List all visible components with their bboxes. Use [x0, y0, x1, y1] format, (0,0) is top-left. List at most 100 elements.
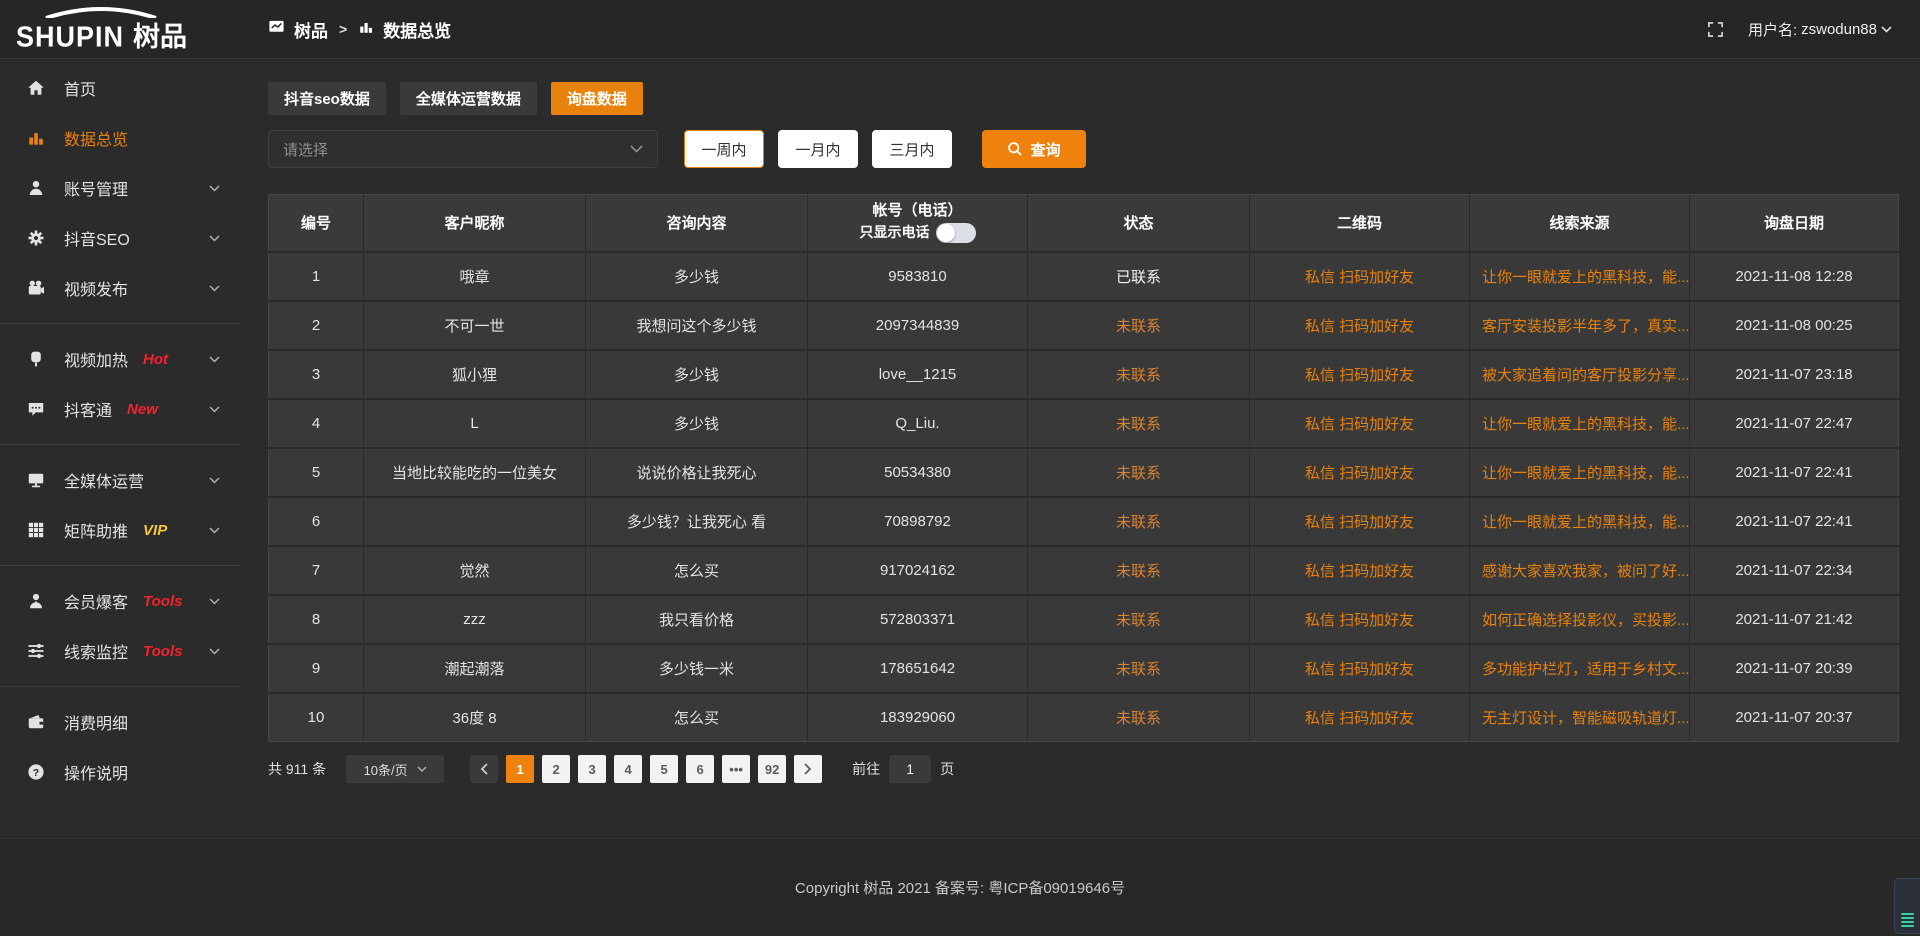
- period-button-3[interactable]: 三月内: [872, 130, 952, 168]
- cell-no: 5: [269, 448, 364, 497]
- page-button-2[interactable]: 2: [542, 755, 570, 783]
- sidebar-item-video-publish[interactable]: 视频发布: [0, 263, 240, 313]
- cell-qrcode-link[interactable]: 私信 扫码加好友: [1305, 367, 1414, 384]
- jump-input[interactable]: [889, 755, 931, 783]
- breadcrumb-home[interactable]: 树品: [294, 17, 328, 42]
- tab-douyin-seo-data[interactable]: 抖音seo数据: [268, 82, 386, 115]
- gear-icon: [27, 229, 45, 247]
- query-button[interactable]: 查询: [982, 130, 1086, 168]
- cell-date: 2021-11-07 22:34: [1690, 546, 1899, 595]
- question-icon: ?: [27, 763, 45, 781]
- page-button-1[interactable]: 1: [506, 755, 534, 783]
- sidebar-item-member-burst[interactable]: 会员爆客Tools: [0, 576, 240, 626]
- sidebar-item-operation-guide[interactable]: ?操作说明: [0, 747, 240, 797]
- page-button-92[interactable]: 92: [758, 755, 786, 783]
- cell-content: 怎么买: [586, 546, 808, 595]
- sidebar-item-label: 线索监控: [64, 639, 128, 663]
- tab-omni-media-data[interactable]: 全媒体运营数据: [400, 82, 537, 115]
- page-button-6[interactable]: 6: [686, 755, 714, 783]
- sidebar-item-account-management[interactable]: 账号管理: [0, 163, 240, 213]
- cell-source: 客厅安装投影半年多了，真实...: [1470, 301, 1690, 350]
- cell-no: 2: [269, 301, 364, 350]
- cell-nickname: 36度 8: [364, 693, 586, 742]
- page-button-3[interactable]: 3: [578, 755, 606, 783]
- sidebar-item-data-overview[interactable]: 数据总览: [0, 113, 240, 163]
- bar-chart-icon: [358, 19, 374, 40]
- cell-content: 我想问这个多少钱: [586, 301, 808, 350]
- sidebar-item-home[interactable]: 首页: [0, 63, 240, 113]
- cell-qrcode-link[interactable]: 私信 扫码加好友: [1305, 416, 1414, 433]
- sidebar-item-consume-detail[interactable]: 消费明细: [0, 697, 240, 747]
- cell-qrcode-link[interactable]: 私信 扫码加好友: [1305, 661, 1414, 678]
- cell-source-link[interactable]: 如何正确选择投影仪，买投影...: [1482, 612, 1690, 629]
- sidebar-divider: [0, 686, 240, 687]
- page-ellipsis-button[interactable]: •••: [722, 755, 750, 783]
- table-row: 9潮起潮落多少钱一米178651642未联系私信 扫码加好友多功能护栏灯，适用于…: [269, 644, 1899, 693]
- prev-page-button[interactable]: [470, 755, 498, 783]
- cell-source-link[interactable]: 无主灯设计，智能磁吸轨道灯...: [1482, 710, 1690, 727]
- user-menu[interactable]: 用户名: zswodun88: [1748, 19, 1892, 40]
- sidebar-item-label: 会员爆客: [64, 589, 128, 613]
- cell-qrcode-link[interactable]: 私信 扫码加好友: [1305, 563, 1414, 580]
- cell-source-link[interactable]: 客厅安装投影半年多了，真实...: [1482, 318, 1690, 335]
- filter-bar: 请选择 一周内一月内三月内 查询: [268, 130, 1898, 168]
- next-page-button[interactable]: [794, 755, 822, 783]
- cell-source-link[interactable]: 让你一眼就爱上的黑科技，能...: [1482, 465, 1690, 482]
- column-header-source: 线索来源: [1470, 195, 1690, 252]
- cell-source-link[interactable]: 感谢大家喜欢我家，被问了好...: [1482, 563, 1690, 580]
- cell-content: 我只看价格: [586, 595, 808, 644]
- tab-inquiry-data[interactable]: 询盘数据: [551, 82, 643, 115]
- main-content: 抖音seo数据全媒体运营数据询盘数据 请选择 一周内一月内三月内 查询: [240, 59, 1920, 838]
- cell-qrcode-link[interactable]: 私信 扫码加好友: [1305, 269, 1414, 286]
- cell-qrcode: 私信 扫码加好友: [1250, 399, 1470, 448]
- cell-status: 已联系: [1028, 252, 1250, 301]
- sidebar-item-douyin-seo[interactable]: 抖音SEO: [0, 213, 240, 263]
- cell-source-link[interactable]: 让你一眼就爱上的黑科技，能...: [1482, 514, 1690, 531]
- cell-account: 9583810: [808, 252, 1028, 301]
- cell-account: 70898792: [808, 497, 1028, 546]
- cell-content: 怎么买: [586, 693, 808, 742]
- cell-source: 让你一眼就爱上的黑科技，能...: [1470, 399, 1690, 448]
- cell-no: 6: [269, 497, 364, 546]
- cell-source-link[interactable]: 被大家追着问的客厅投影分享...: [1482, 367, 1690, 384]
- sidebar-item-lead-monitor[interactable]: 线索监控Tools: [0, 626, 240, 676]
- page-button-4[interactable]: 4: [614, 755, 642, 783]
- page-button-5[interactable]: 5: [650, 755, 678, 783]
- page-size-select[interactable]: 10条/页: [346, 755, 444, 783]
- cell-no: 10: [269, 693, 364, 742]
- cell-source-link[interactable]: 多功能护栏灯，适用于乡村文...: [1482, 661, 1690, 678]
- cell-qrcode-link[interactable]: 私信 扫码加好友: [1305, 318, 1414, 335]
- cell-status: 未联系: [1028, 595, 1250, 644]
- cell-account: 178651642: [808, 644, 1028, 693]
- sidebar-item-matrix-boost[interactable]: 矩阵助推VIP: [0, 505, 240, 555]
- app-window-icon: [268, 18, 285, 40]
- sidebar: 首页数据总览账号管理抖音SEO视频发布视频加热Hot抖客通New 全媒体运营矩阵助…: [0, 59, 240, 838]
- jump-label: 前往: [852, 759, 880, 779]
- sidebar-item-douketong[interactable]: 抖客通New: [0, 384, 240, 434]
- account-header-line1: 帐号（电话）: [872, 203, 962, 220]
- cell-account: 572803371: [808, 595, 1028, 644]
- phone-only-toggle[interactable]: [936, 223, 976, 243]
- brand-logo[interactable]: SHUPIN 树品: [0, 5, 240, 54]
- cell-account: Q_Liu.: [808, 399, 1028, 448]
- fullscreen-icon[interactable]: [1707, 21, 1724, 38]
- cell-source: 让你一眼就爱上的黑科技，能...: [1470, 448, 1690, 497]
- cell-nickname: L: [364, 399, 586, 448]
- sidebar-item-label: 抖客通: [64, 397, 112, 421]
- floating-widget[interactable]: [1894, 878, 1920, 934]
- cell-qrcode-link[interactable]: 私信 扫码加好友: [1305, 514, 1414, 531]
- cell-source: 让你一眼就爱上的黑科技，能...: [1470, 252, 1690, 301]
- sidebar-item-video-heat[interactable]: 视频加热Hot: [0, 334, 240, 384]
- cell-date: 2021-11-08 12:28: [1690, 252, 1899, 301]
- cell-source-link[interactable]: 让你一眼就爱上的黑科技，能...: [1482, 269, 1690, 286]
- period-button-1[interactable]: 一周内: [684, 130, 764, 168]
- cell-source-link[interactable]: 让你一眼就爱上的黑科技，能...: [1482, 416, 1690, 433]
- filter-select[interactable]: 请选择: [268, 130, 658, 168]
- cell-qrcode-link[interactable]: 私信 扫码加好友: [1305, 612, 1414, 629]
- sidebar-item-omni-media[interactable]: 全媒体运营: [0, 455, 240, 505]
- cell-qrcode: 私信 扫码加好友: [1250, 350, 1470, 399]
- cell-qrcode-link[interactable]: 私信 扫码加好友: [1305, 710, 1414, 727]
- cell-date: 2021-11-07 23:18: [1690, 350, 1899, 399]
- period-button-2[interactable]: 一月内: [778, 130, 858, 168]
- cell-qrcode-link[interactable]: 私信 扫码加好友: [1305, 465, 1414, 482]
